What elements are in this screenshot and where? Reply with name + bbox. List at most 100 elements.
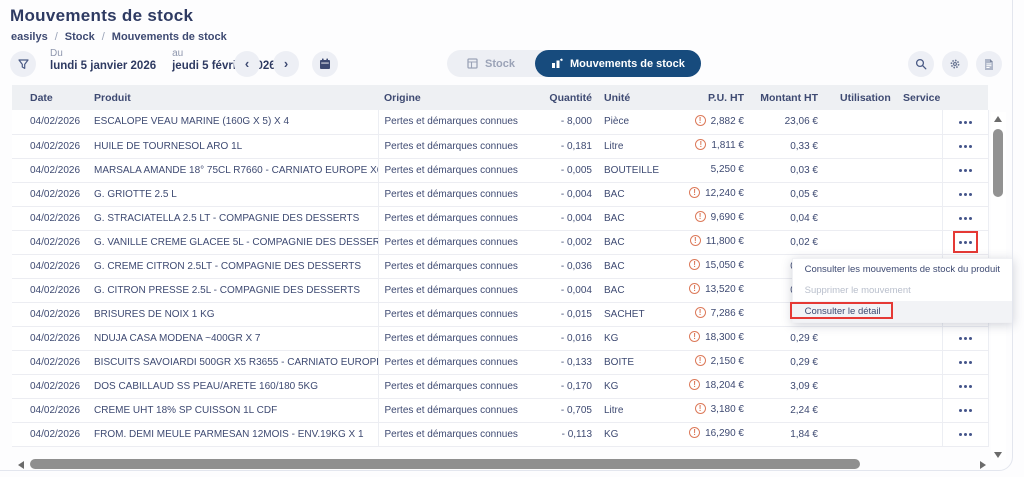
cell-unit-price: 1,811 € [660,134,748,158]
cell-actions [942,422,988,446]
header-amount[interactable]: Montant HT [748,85,822,110]
breadcrumb-item-stock[interactable]: Stock [65,31,95,43]
table-row: 04/02/2026 NDUJA CASA MODENA ~400GR X 7 … [12,326,988,350]
header-quantity[interactable]: Quantité [540,85,596,110]
chevron-right-icon: › [284,57,288,70]
scroll-up-arrow[interactable] [994,116,1002,122]
date-to-label: au [172,48,276,59]
price-warning-icon [689,331,700,342]
next-period-button[interactable]: › [273,51,299,77]
cell-origin: Pertes et démarques connues [378,230,540,254]
cell-service [895,374,942,398]
cell-actions [942,374,988,398]
price-warning-icon [689,427,700,438]
cell-actions [942,350,988,374]
gear-icon [949,58,961,70]
cell-unit-price: 3,180 € [660,398,748,422]
header-unit-price[interactable]: P.U. HT [660,85,748,110]
row-actions-button[interactable] [958,428,973,440]
cell-unit-price: 7,286 € [660,302,748,326]
date-to-value[interactable]: jeudi 5 février 2026 [172,60,276,72]
cell-unit-price: 2,150 € [660,350,748,374]
toggle-movements-button[interactable]: Mouvements de stock [535,50,701,77]
header-utilisation[interactable]: Utilisation [822,85,895,110]
cell-origin: Pertes et démarques connues [378,350,540,374]
cell-utilisation [822,398,895,422]
scroll-down-arrow[interactable] [994,452,1002,458]
breadcrumb-separator: / [102,31,105,43]
cell-service [895,110,942,134]
row-actions-button[interactable] [958,212,973,224]
export-button[interactable] [976,51,1002,77]
horizontal-scrollbar[interactable] [12,459,990,471]
cell-unit: SACHET [596,302,660,326]
search-button[interactable] [908,51,934,77]
cell-unit-price: 2,882 € [660,110,748,134]
settings-button[interactable] [942,51,968,77]
horizontal-scrollbar-thumb[interactable] [30,459,860,469]
cell-utilisation [822,110,895,134]
cell-amount: 0,33 € [748,134,822,158]
menu-item-consult-product-movements[interactable]: Consulter les mouvements de stock du pro… [793,259,1012,280]
scroll-right-arrow[interactable] [980,461,986,469]
calendar-button[interactable] [312,51,338,77]
date-from-value[interactable]: lundi 5 janvier 2026 [50,60,156,72]
cell-date: 04/02/2026 [12,110,90,134]
price-warning-icon [695,211,706,222]
cell-utilisation [822,350,895,374]
header-date[interactable]: Date [12,85,90,110]
row-actions-button[interactable] [958,404,973,416]
price-warning-icon [689,379,700,390]
row-actions-button[interactable] [958,332,973,344]
row-actions-button[interactable] [958,356,973,368]
header-product[interactable]: Produit [90,85,378,110]
price-warning-icon [689,187,700,198]
scroll-left-arrow[interactable] [18,461,24,469]
date-to: au jeudi 5 février 2026 [172,48,276,72]
price-warning-icon [695,139,706,150]
table-header: Date Produit Origine Quantité Unité P.U.… [12,85,988,110]
breadcrumb-item-easilys[interactable]: easilys [11,31,48,43]
ellipsis-icon [964,385,967,388]
breadcrumb-separator: / [55,31,58,43]
row-actions-button[interactable] [958,236,973,248]
cell-product: G. CREME CITRON 2.5LT - COMPAGNIE DES DE… [90,254,378,278]
cell-product: BISCUITS SAVOIARDI 500GR X5 R3655 - CARN… [90,350,378,374]
ellipsis-icon [964,337,967,340]
row-actions-button[interactable] [958,188,973,200]
cell-date: 04/02/2026 [12,398,90,422]
cell-quantity: - 0,004 [540,182,596,206]
unit-price-value: 11,800 € [706,237,744,248]
cell-origin: Pertes et démarques connues [378,422,540,446]
cell-origin: Pertes et démarques connues [378,278,540,302]
menu-item-consult-detail[interactable]: Consulter le détail [793,301,1012,322]
table-row: 04/02/2026 ESCALOPE VEAU MARINE (160G X … [12,110,988,134]
cell-unit-price: 18,300 € [660,326,748,350]
row-actions-button[interactable] [958,380,973,392]
cell-utilisation [822,182,895,206]
header-origin[interactable]: Origine [378,85,540,110]
header-unit[interactable]: Unité [596,85,660,110]
price-warning-icon [695,307,706,318]
unit-price-value: 5,250 € [711,165,744,176]
cell-service [895,158,942,182]
cell-unit-price: 13,520 € [660,278,748,302]
filter-button[interactable] [10,51,36,77]
cell-unit: KG [596,374,660,398]
toggle-stock-button[interactable]: Stock [447,50,535,77]
cell-unit: Litre [596,134,660,158]
header-service[interactable]: Service [895,85,942,110]
vertical-scrollbar-thumb[interactable] [993,129,1003,197]
row-actions-button[interactable] [958,116,973,128]
previous-period-button[interactable]: ‹ [234,51,260,77]
cell-date: 04/02/2026 [12,230,90,254]
row-actions-button[interactable] [958,164,973,176]
row-actions-button[interactable] [958,140,973,152]
cell-unit: BAC [596,182,660,206]
ellipsis-icon [964,241,967,244]
cell-amount: 0,29 € [748,326,822,350]
cell-date: 04/02/2026 [12,302,90,326]
cell-quantity: - 8,000 [540,110,596,134]
menu-item-delete-movement: Supprimer le mouvement [793,280,1012,301]
price-warning-icon [689,259,700,270]
